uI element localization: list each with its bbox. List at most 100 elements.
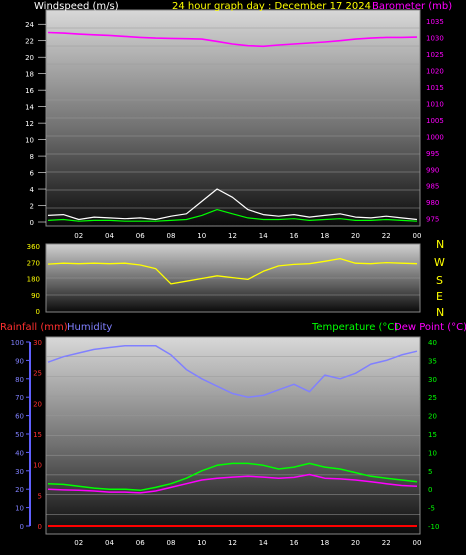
windspeed-tick-label: 20	[25, 54, 34, 62]
windspeed-tick-label: 8	[30, 153, 34, 161]
windspeed-tick-label: 12	[25, 120, 34, 128]
weather-graph-canvas: 024681012141618202224 975980985990995100…	[0, 1, 466, 547]
x-tick-label: 20	[351, 232, 360, 240]
humidity-tick-label: 10	[15, 505, 24, 513]
temperature-tick-label: 5	[428, 468, 432, 476]
x-tick-label: 00	[413, 232, 422, 240]
weather-graph: 0 2 4 6 8 10 12 14 16 18 20 22 24 975 980 985 990 995 100…	[0, 0, 466, 555]
barometer-tick-label: 1015	[426, 84, 444, 92]
barometer-tick-label: 1030	[426, 34, 444, 42]
x-tick-label: 10	[197, 232, 206, 240]
temperature-tick-label: 35	[428, 357, 437, 365]
x-tick-label: 22	[382, 539, 391, 547]
direction-label-n-top: N	[436, 238, 444, 251]
humidity-tick-label: 50	[15, 431, 24, 439]
direction-tick-label: 270	[27, 259, 40, 267]
barometer-tick-label: 1035	[426, 18, 444, 26]
barometer-axis-title: Barometer (mb)	[372, 1, 452, 12]
windspeed-axis-title: Windspeed (m/s)	[34, 1, 119, 12]
x-tick-label: 08	[167, 539, 176, 547]
windspeed-tick-label: 2	[30, 203, 34, 211]
direction-tick-label: 360	[27, 243, 40, 251]
humidity-tick-label: 100	[11, 339, 24, 347]
temperature-tick-label: -10	[428, 523, 439, 531]
rainfall-tick-label: 15	[33, 431, 42, 439]
x-tick-label: 04	[105, 539, 114, 547]
temperature-tick-label: 30	[428, 376, 437, 384]
x-tick-label: 18	[320, 539, 329, 547]
x-tick-label: 02	[74, 232, 83, 240]
direction-label-n-bottom: N	[436, 306, 444, 319]
x-tick-label: 22	[382, 232, 391, 240]
windspeed-tick-label: 14	[25, 104, 34, 112]
x-tick-label: 14	[259, 539, 268, 547]
chart-title: 24 hour graph day : December 17 2024	[172, 1, 371, 12]
wind-baro-panel: 024681012141618202224 975980985990995100…	[25, 9, 444, 240]
temperature-tick-label: -5	[428, 505, 435, 513]
humidity-tick-label: 60	[15, 413, 24, 421]
temperature-tick-label: 10	[428, 449, 437, 457]
windspeed-tick-label: 18	[25, 71, 34, 79]
barometer-tick-label: 995	[426, 150, 439, 158]
humidity-tick-label: 30	[15, 468, 24, 476]
rainfall-axis-title: Rainfall (mm)	[0, 322, 68, 333]
rainfall-tick-label: 25	[33, 370, 42, 378]
humidity-tick-label: 90	[15, 357, 24, 365]
x-tick-label: 10	[197, 539, 206, 547]
x-tick-label: 20	[351, 539, 360, 547]
rainfall-tick-label: 10	[33, 462, 42, 470]
temperature-tick-label: 20	[428, 413, 437, 421]
humidity-axis-title: Humidity	[67, 322, 112, 333]
barometer-tick-label: 1005	[426, 117, 444, 125]
rainfall-tick-label: 20	[33, 400, 42, 408]
direction-label-w: W	[434, 256, 445, 269]
windspeed-tick-label: 4	[30, 186, 35, 194]
temperature-tick-label: 15	[428, 431, 437, 439]
temperature-axis-title: Temperature (°C)	[311, 322, 398, 333]
temp-humidity-panel: 0102030405060708090100 051015202530 -10-…	[11, 336, 439, 547]
windspeed-tick-label: 22	[25, 38, 34, 46]
barometer-tick-label: 990	[426, 166, 439, 174]
barometer-tick-label: 1020	[426, 67, 444, 75]
windspeed-tick-label: 6	[30, 170, 35, 178]
dewpoint-axis-title: Dew Point (°C)	[394, 322, 466, 333]
direction-tick-label: 90	[31, 292, 40, 300]
barometer-tick-label: 1025	[426, 51, 444, 59]
humidity-tick-label: 80	[15, 376, 24, 384]
humidity-tick-label: 40	[15, 449, 24, 457]
direction-label-e: E	[436, 290, 443, 303]
x-tick-label: 18	[320, 232, 329, 240]
x-tick-label: 06	[136, 539, 145, 547]
rainfall-tick-label: 30	[33, 339, 42, 347]
x-tick-label: 04	[105, 232, 114, 240]
temperature-tick-label: 0	[428, 486, 432, 494]
rainfall-tick-label: 5	[38, 492, 42, 500]
windspeed-tick-label: 0	[30, 219, 34, 227]
x-tick-label: 12	[228, 539, 237, 547]
barometer-tick-label: 980	[426, 199, 439, 207]
barometer-tick-label: 975	[426, 216, 439, 224]
humidity-tick-label: 20	[15, 486, 24, 494]
windspeed-tick-label: 10	[25, 137, 34, 145]
humidity-tick-label: 70	[15, 394, 24, 402]
x-tick-label: 16	[290, 539, 299, 547]
rainfall-tick-label: 0	[38, 523, 42, 531]
barometer-tick-label: 1010	[426, 100, 444, 108]
direction-label-s: S	[436, 274, 443, 287]
direction-tick-label: 0	[36, 308, 40, 316]
temperature-tick-label: 40	[428, 339, 437, 347]
humidity-tick-label: 0	[20, 523, 24, 531]
windspeed-tick-label: 16	[25, 87, 34, 95]
barometer-tick-label: 1000	[426, 133, 444, 141]
direction-labels: N W S E N	[434, 238, 445, 319]
x-tick-label: 06	[136, 232, 145, 240]
x-tick-label: 00	[413, 539, 422, 547]
barometer-tick-label: 985	[426, 183, 439, 191]
x-tick-label: 02	[74, 539, 83, 547]
x-tick-label: 12	[228, 232, 237, 240]
direction-tick-label: 180	[27, 276, 40, 284]
x-tick-label: 16	[290, 232, 299, 240]
x-tick-label: 08	[167, 232, 176, 240]
temperature-tick-label: 25	[428, 394, 437, 402]
x-tick-label: 14	[259, 232, 268, 240]
